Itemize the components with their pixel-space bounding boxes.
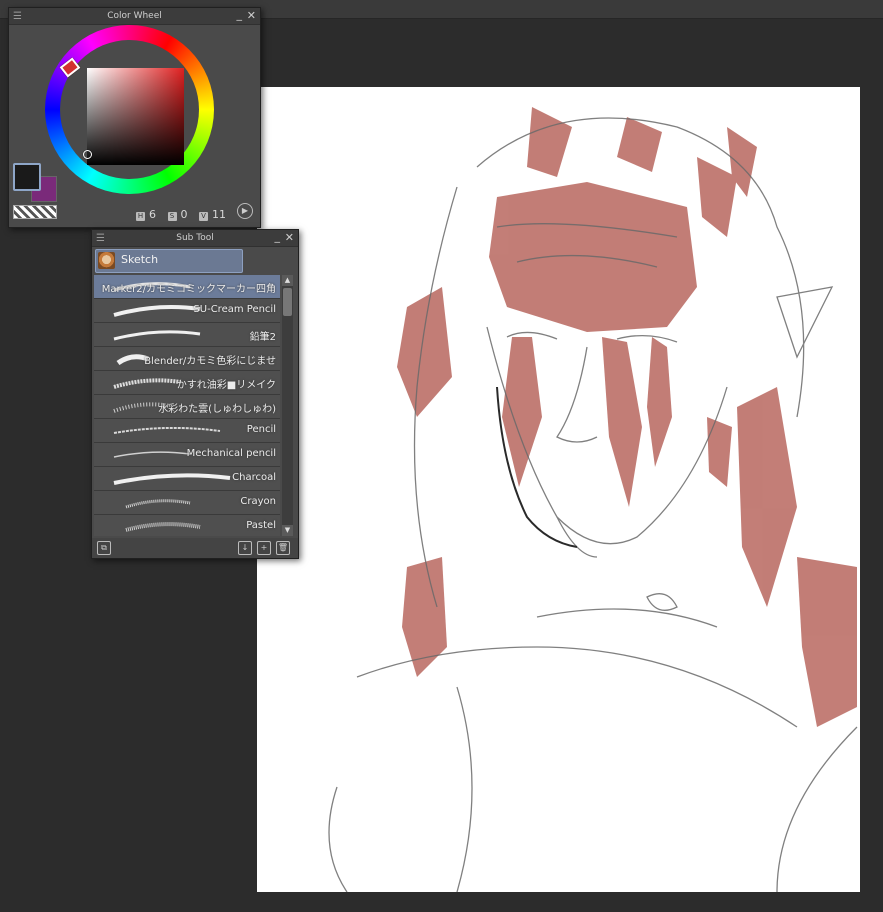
color-wheel-panel: ☰ Color Wheel _ ✕ H6 S0 V 11 ▶ (8, 7, 261, 228)
brush-stroke-preview (125, 522, 201, 532)
brush-stroke-preview (113, 426, 221, 434)
sub-tool-item[interactable]: 水彩わた雲(しゅわしゅわ) (94, 395, 280, 419)
sketch-artwork (328, 107, 858, 892)
brush-stroke-preview (125, 499, 191, 509)
minimize-icon[interactable]: _ (237, 7, 243, 23)
group-thumbnail (98, 252, 115, 269)
minimize-icon[interactable]: _ (275, 229, 281, 245)
brush-stroke-preview (113, 378, 181, 389)
download-icon[interactable]: ↓ (238, 541, 252, 555)
duplicate-icon[interactable]: + (257, 541, 271, 555)
sub-tool-item[interactable]: かすれ油彩■リメイク (94, 371, 280, 395)
sub-tool-item[interactable]: 鉛筆2 (94, 323, 280, 347)
menu-icon[interactable]: ☰ (13, 9, 22, 25)
tool-property-icon[interactable]: ⧉ (97, 541, 111, 555)
close-icon[interactable]: ✕ (247, 8, 256, 24)
brush-stroke-preview (113, 473, 231, 485)
scroll-up-icon[interactable]: ▲ (282, 275, 293, 286)
sub-tool-list: Marker2/カモミコミックマーカー四角 SU-Cream Pencil 鉛筆… (94, 275, 280, 536)
close-icon[interactable]: ✕ (285, 230, 294, 246)
sub-tool-item[interactable]: Blender/カモミ色彩にじませ (94, 347, 280, 371)
saturation-value: 0 (180, 208, 188, 221)
sub-tool-item[interactable]: Mechanical pencil (94, 443, 280, 467)
value-value: 11 (212, 208, 226, 221)
scroll-thumb[interactable] (283, 288, 292, 316)
sub-tool-scrollbar[interactable]: ▲ ▼ (282, 275, 293, 536)
sub-tool-label: Marker2/カモミコミックマーカー四角 (101, 284, 276, 295)
saturation-label: S (167, 212, 177, 221)
brush-stroke-preview (113, 451, 191, 458)
sub-tool-label: SU-Cream Pencil (193, 304, 276, 315)
color-wheel-titlebar[interactable]: ☰ Color Wheel _ ✕ (9, 8, 260, 25)
sub-tool-item[interactable]: Crayon (94, 491, 280, 515)
trash-icon[interactable]: 🗑 (276, 541, 290, 555)
panel-title: Sub Tool (176, 233, 214, 243)
hue-value: 6 (149, 208, 156, 221)
sub-tool-label: Crayon (240, 496, 276, 507)
menu-icon[interactable]: ☰ (96, 231, 105, 247)
sub-tool-label: かすれ油彩■リメイク (176, 380, 276, 391)
value-label: V (199, 212, 208, 221)
sub-tool-item[interactable]: Marker2/カモミコミックマーカー四角 (94, 275, 280, 299)
sub-tool-label: Charcoal (232, 472, 276, 483)
panel-title: Color Wheel (107, 11, 162, 21)
sub-tool-label: 水彩わた雲(しゅわしゅわ) (158, 404, 276, 415)
sub-tool-label: 鉛筆2 (249, 332, 276, 343)
hsv-readout: H6 S0 V 11 (134, 208, 232, 221)
sub-tool-item[interactable]: Pencil (94, 419, 280, 443)
brush-stroke-preview (113, 330, 201, 341)
sub-tool-titlebar[interactable]: ☰ Sub Tool _ ✕ (92, 230, 298, 247)
sub-tool-item[interactable]: Charcoal (94, 467, 280, 491)
sub-tool-panel: ☰ Sub Tool _ ✕ Sketch Marker2/カモミコミックマーカ… (91, 229, 299, 559)
sub-tool-label: Pastel (246, 520, 276, 531)
drawing-canvas[interactable] (257, 87, 860, 892)
sub-tool-label: Mechanical pencil (186, 448, 276, 459)
sub-tool-label: Pencil (246, 424, 276, 435)
transparent-color-swatch[interactable] (13, 205, 57, 219)
main-color-swatch[interactable] (13, 163, 41, 191)
hue-label: H (136, 212, 145, 221)
brush-stroke-preview (113, 305, 201, 317)
group-name: Sketch (121, 253, 159, 266)
scroll-down-icon[interactable]: ▼ (282, 525, 293, 536)
play-circle-icon[interactable]: ▶ (237, 203, 253, 219)
sub-tool-item[interactable]: Pastel (94, 515, 280, 536)
sub-tool-label: Blender/カモミ色彩にじませ (144, 356, 276, 367)
sub-tool-item[interactable]: SU-Cream Pencil (94, 299, 280, 323)
sv-marker[interactable] (83, 150, 92, 159)
saturation-value-square[interactable] (87, 68, 184, 165)
sub-tool-footer: ⧉ ↓ + 🗑 (92, 538, 298, 558)
sub-tool-group-tab[interactable]: Sketch (95, 249, 243, 273)
